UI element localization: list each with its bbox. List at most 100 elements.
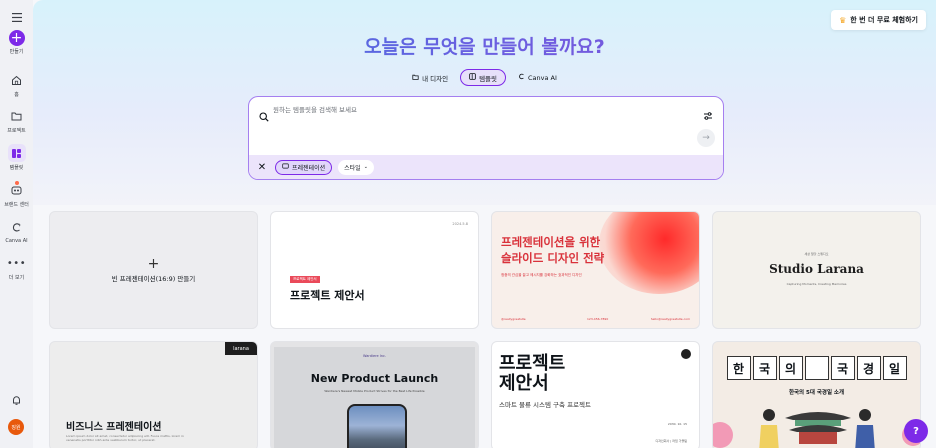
tab-label: 템플릿	[479, 74, 498, 83]
crown-icon: ♛	[839, 15, 847, 25]
title-char: 일	[882, 356, 907, 380]
sidebar-item-label: Canva AI	[5, 238, 28, 244]
sidebar-item-label: 브랜드 센터	[4, 202, 29, 208]
create-blank-card[interactable]: + 빈 프레젠테이션(16:9) 만들기	[49, 211, 258, 329]
brand-icon	[8, 181, 26, 199]
card-brand: Wardiere Inc.	[362, 354, 387, 358]
sidebar: + 만들기 홈 프로젝트 템플릿 브랜드 센터 Canva AI ••• 더 보	[0, 0, 33, 448]
create-blank-label: 빈 프레젠테이션(16:9) 만들기	[111, 274, 196, 283]
card-date: 2030. 10. 15	[667, 422, 687, 426]
search-input[interactable]	[273, 106, 673, 114]
sidebar-item-home[interactable]: 홈	[0, 71, 33, 98]
template-card-studio[interactable]: 세상 말할 스튜디오 Studio Larana Capturing Momen…	[712, 211, 921, 329]
pavilion-illustration	[785, 412, 851, 444]
main-content: ♛ 한 번 더 무료 체험하기 오늘은 무엇을 만들어 볼까요? 내 디자인 템…	[33, 0, 936, 448]
sidebar-item-brand[interactable]: 브랜드 센터	[0, 181, 33, 208]
hamburger-icon	[8, 8, 26, 26]
template-card-product-launch[interactable]: Wardiere Inc. New Product Launch Wardier…	[270, 341, 479, 448]
tab-label: 내 디자인	[422, 74, 449, 83]
card-title-line: 제안서	[499, 373, 549, 394]
sidebar-item-create[interactable]: + 만들기	[0, 30, 33, 55]
send-button[interactable]: →	[697, 129, 715, 147]
card-tag: larana	[225, 342, 257, 355]
plus-icon: +	[8, 30, 25, 46]
template-card-slide-strategy[interactable]: 프레젠테이션을 위한 슬라이드 디자인 전략 청중의 관심을 끌고 메시지를 강…	[491, 211, 700, 329]
sidebar-item-templates[interactable]: 템플릿	[0, 144, 33, 171]
search-icon	[259, 107, 269, 126]
card-preview: Wardiere Inc. New Product Launch Wardier…	[274, 347, 475, 448]
card-title-line: 프로젝트	[499, 353, 566, 374]
card-footer-right: hello@reallygreatsite.com	[650, 317, 690, 321]
card-footer-mid: 123-456-7890	[587, 317, 609, 321]
flower-decoration	[713, 422, 733, 448]
tab-label: Canva AI	[528, 73, 557, 82]
bell-icon	[8, 391, 26, 409]
sidebar-item-canva-ai[interactable]: Canva AI	[0, 218, 33, 244]
card-subtitle: Capturing Moments, Creating Memories	[786, 282, 847, 286]
search-filters: ✕ 프레젠테이션 스타일 ⌄	[249, 155, 723, 179]
tab-canva-ai[interactable]: Canva AI	[510, 69, 565, 86]
card-footer-left: @reallygreatsite	[501, 317, 526, 321]
gradient-blob	[599, 212, 699, 294]
title-char	[804, 356, 829, 380]
template-icon	[469, 73, 476, 82]
template-card-business[interactable]: larana 비즈니스 프레젠테이션 Lorem ipsum dolor sit…	[49, 341, 258, 448]
title-char: 국	[830, 356, 855, 380]
filter-icon[interactable]	[703, 106, 713, 125]
notifications-button[interactable]	[0, 391, 33, 409]
presentation-icon	[282, 163, 289, 171]
card-title: New Product Launch	[310, 372, 439, 385]
canva-ai-icon	[8, 218, 26, 236]
avatar[interactable]: 징원	[8, 419, 24, 435]
more-icon: •••	[6, 257, 27, 269]
close-icon: ✕	[257, 161, 267, 173]
sidebar-item-label: 더 보기	[8, 275, 25, 281]
card-subtitle: 스마트 물류 시스템 구축 프로젝트	[499, 401, 591, 409]
person-illustration	[759, 409, 779, 448]
chip-presentation[interactable]: 프레젠테이션	[275, 159, 333, 175]
free-trial-label: 한 번 더 무료 체험하기	[850, 16, 918, 24]
card-org: 디자인회사 | 라임 가을팀	[655, 439, 687, 443]
page-title: 오늘은 무엇을 만들어 볼까요?	[33, 32, 936, 59]
sidebar-item-projects[interactable]: 프로젝트	[0, 107, 33, 134]
card-title-line: 프레젠테이션을 위한	[501, 235, 601, 249]
template-card-proposal[interactable]: 2024.5.8 프로젝트 제안서 프로젝트 제안서	[270, 211, 479, 329]
card-note: 2024.5.8	[452, 222, 468, 226]
notification-dot	[14, 181, 19, 185]
folder-icon	[412, 74, 419, 82]
home-icon	[8, 71, 26, 89]
chip-label: 프레젠테이션	[292, 164, 326, 172]
sidebar-item-label: 템플릿	[9, 165, 24, 171]
card-title: 프로젝트 제안서	[290, 289, 365, 302]
title-char: 한	[726, 356, 751, 380]
logo-icon	[681, 349, 691, 359]
chip-label: 스타일	[344, 164, 361, 172]
card-title-line: 슬라이드 디자인 전략	[501, 251, 605, 265]
card-title: 프레젠테이션을 위한 슬라이드 디자인 전략	[501, 234, 604, 266]
title-char: 경	[856, 356, 881, 380]
card-subtitle: Wardiere's Newest Mobile Product Strives…	[324, 389, 425, 393]
sidebar-item-label: 홈	[14, 92, 19, 98]
tab-templates[interactable]: 템플릿	[460, 69, 507, 86]
chip-style-dropdown[interactable]: 스타일 ⌄	[338, 159, 374, 175]
card-subtitle: 한국의 5대 국경일 소개	[788, 390, 845, 396]
canva-ai-icon	[518, 73, 525, 82]
card-tag: 프로젝트 제안서	[290, 276, 320, 283]
search-box: → ✕ 프레젠테이션 스타일 ⌄	[248, 96, 724, 180]
arrow-right-icon: →	[702, 133, 710, 143]
tab-my-designs[interactable]: 내 디자인	[404, 69, 456, 86]
template-card-korean-proposal[interactable]: 프로젝트 제안서 스마트 물류 시스템 구축 프로젝트 2030. 10. 15…	[491, 341, 700, 448]
clear-filters-button[interactable]: ✕	[255, 160, 269, 174]
tab-bar: 내 디자인 템플릿 Canva AI	[33, 69, 936, 86]
person-illustration	[855, 409, 875, 448]
folder-icon	[8, 107, 26, 125]
title-char: 국	[752, 356, 777, 380]
phone-image	[347, 404, 407, 448]
card-title: 비즈니스 프레젠테이션	[66, 422, 162, 433]
free-trial-button[interactable]: ♛ 한 번 더 무료 체험하기	[831, 10, 926, 30]
sidebar-item-more[interactable]: ••• 더 보기	[0, 254, 33, 282]
template-icon	[7, 144, 26, 162]
template-card-korean-holidays[interactable]: 한 국 의 국 경 일 한국의 5대 국경일 소개	[712, 341, 921, 448]
menu-button[interactable]	[0, 8, 33, 26]
help-button[interactable]: ?	[904, 419, 928, 443]
